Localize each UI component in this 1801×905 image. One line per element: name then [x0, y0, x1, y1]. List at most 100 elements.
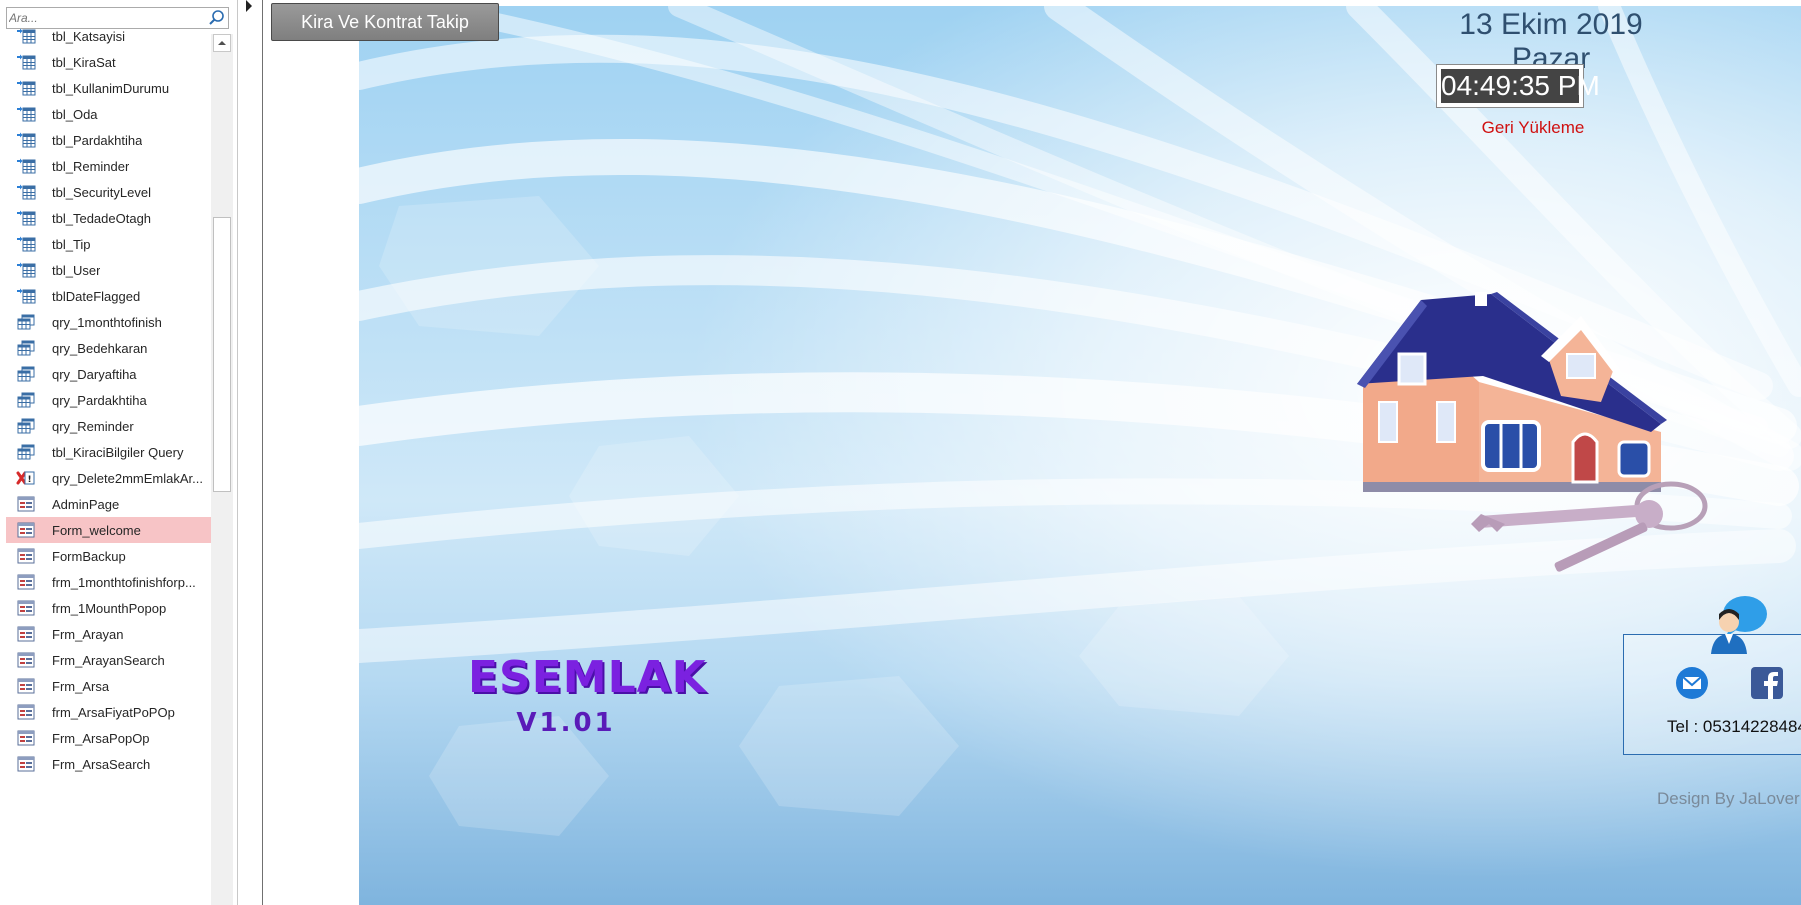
nav-item[interactable]: tbl_Oda	[6, 101, 211, 127]
nav-item-label: tbl_Reminder	[52, 158, 130, 174]
form-icon	[16, 652, 36, 668]
nav-item-label: tbl_Oda	[52, 106, 98, 122]
nav-item[interactable]: tbl_Pardakhtiha	[6, 127, 211, 153]
form-icon	[16, 730, 36, 746]
query-icon	[16, 314, 36, 330]
delete-query-icon	[16, 470, 36, 486]
nav-item[interactable]: tbl_KiraciBilgiler Query	[6, 439, 211, 465]
nav-item[interactable]: tblDateFlagged	[6, 283, 211, 309]
query-icon	[16, 444, 36, 460]
query-icon	[16, 418, 36, 434]
clock-display: 04:49:35 PM	[1436, 64, 1600, 108]
clock-text: 04:49:35 PM	[1441, 69, 1600, 103]
nav-item-label: tbl_SecurityLevel	[52, 184, 151, 200]
nav-item[interactable]: tbl_KiraSat	[6, 49, 211, 75]
nav-item-label: frm_ArsaFiyatPoPOp	[52, 704, 175, 720]
record-pointer-icon	[246, 0, 252, 12]
nav-item[interactable]: tbl_User	[6, 257, 211, 283]
search-field[interactable]	[6, 7, 229, 29]
nav-item-label: tbl_KiraciBilgiler Query	[52, 444, 184, 460]
nav-item[interactable]: Frm_ArayanSearch	[6, 647, 211, 673]
nav-item-label: Frm_ArsaSearch	[52, 756, 151, 772]
facebook-icon[interactable]	[1751, 667, 1783, 699]
nav-item[interactable]: qry_Pardakhtiha	[6, 387, 211, 413]
form-icon	[16, 496, 36, 512]
nav-item-label: Form_welcome	[52, 522, 141, 538]
navigation-pane: tbl_Katsayisi tbl_KiraSat tbl_KullanimDuru…	[0, 0, 238, 905]
linked-table-icon	[16, 210, 36, 226]
app-logo: ESEMLAK	[468, 652, 707, 703]
nav-item[interactable]: qry_Bedehkaran	[6, 335, 211, 361]
form-icon	[16, 626, 36, 642]
nav-item-label: qry_Daryaftiha	[52, 366, 137, 382]
search-input[interactable]	[9, 9, 205, 27]
form-icon	[16, 678, 36, 694]
nav-item[interactable]: Frm_Arayan	[6, 621, 211, 647]
nav-item[interactable]: qry_1monthtofinish	[6, 309, 211, 335]
form-icon	[16, 600, 36, 616]
nav-item[interactable]: AdminPage	[6, 491, 211, 517]
linked-table-icon	[16, 132, 36, 148]
nav-item[interactable]: frm_1monthtofinishforp...	[6, 569, 211, 595]
reload-link[interactable]: Geri Yükleme	[1463, 118, 1603, 138]
query-icon	[16, 392, 36, 408]
form-icon	[16, 548, 36, 564]
linked-table-icon	[16, 288, 36, 304]
scroll-up-button[interactable]	[213, 34, 231, 52]
search-icon[interactable]	[206, 8, 228, 28]
linked-table-icon	[16, 262, 36, 278]
title-button[interactable]: Kira Ve Kontrat Takip	[271, 3, 499, 41]
nav-item[interactable]: tbl_KullanimDurumu	[6, 75, 211, 101]
nav-item-label: FormBackup	[52, 548, 126, 564]
nav-item-label: tbl_Pardakhtiha	[52, 132, 143, 148]
nav-item[interactable]: Form_welcome	[6, 517, 211, 543]
nav-item-label: qry_Pardakhtiha	[52, 392, 147, 408]
nav-item[interactable]: tbl_Tip	[6, 231, 211, 257]
nav-item-label: tbl_User	[52, 262, 101, 278]
nav-item[interactable]: FormBackup	[6, 543, 211, 569]
scroll-thumb[interactable]	[213, 217, 231, 492]
linked-table-icon	[16, 106, 36, 122]
linked-table-icon	[16, 158, 36, 174]
nav-item[interactable]: qry_Daryaftiha	[6, 361, 211, 387]
design-credit: Design By JaLover	[1657, 789, 1800, 808]
navigation-object-list: tbl_Katsayisi tbl_KiraSat tbl_KullanimDuru…	[6, 29, 211, 905]
nav-item[interactable]: tbl_TedadeOtagh	[6, 205, 211, 231]
nav-item[interactable]: frm_1MounthPopop	[6, 595, 211, 621]
nav-item-label: Frm_Arsa	[52, 678, 110, 694]
query-icon	[16, 366, 36, 382]
form-icon	[16, 574, 36, 590]
nav-item-label: qry_Delete2mmEmlakAr...	[52, 470, 203, 486]
nav-item[interactable]: qry_Reminder	[6, 413, 211, 439]
nav-item-label: frm_1monthtofinishforp...	[52, 574, 196, 590]
nav-item[interactable]: Frm_ArsaSearch	[6, 751, 211, 777]
navigation-scrollbar[interactable]	[211, 34, 233, 905]
mail-icon[interactable]	[1675, 666, 1709, 700]
nav-item[interactable]: tbl_Reminder	[6, 153, 211, 179]
app-version: V1.01	[516, 708, 616, 738]
support-agent-icon[interactable]	[1707, 592, 1769, 654]
form-icon	[16, 522, 36, 538]
nav-item[interactable]: frm_ArsaFiyatPoPOp	[6, 699, 211, 725]
linked-table-icon	[16, 236, 36, 252]
nav-item[interactable]: tbl_SecurityLevel	[6, 179, 211, 205]
nav-item-label: qry_Bedehkaran	[52, 340, 148, 356]
nav-item-label: AdminPage	[52, 496, 120, 512]
nav-item[interactable]: qry_Delete2mmEmlakAr...	[6, 465, 211, 491]
house-keys-image	[1357, 292, 1708, 572]
nav-item-label: tblDateFlagged	[52, 288, 141, 304]
form-icon	[16, 704, 36, 720]
nav-item-label: tbl_Katsayisi	[52, 29, 125, 44]
nav-item-label: Frm_ArayanSearch	[52, 652, 165, 668]
contact-phone: Tel : 05314228484	[1667, 717, 1801, 736]
nav-item[interactable]: Frm_Arsa	[6, 673, 211, 699]
nav-item-label: Frm_ArsaPopOp	[52, 730, 150, 746]
nav-item[interactable]: tbl_Katsayisi	[6, 29, 211, 49]
linked-table-icon	[16, 184, 36, 200]
nav-item[interactable]: Frm_ArsaPopOp	[6, 725, 211, 751]
chevron-up-icon	[218, 41, 226, 45]
nav-item-label: tbl_KullanimDurumu	[52, 80, 170, 96]
nav-item-label: qry_Reminder	[52, 418, 134, 434]
linked-table-icon	[16, 54, 36, 70]
record-selector[interactable]	[238, 0, 263, 905]
